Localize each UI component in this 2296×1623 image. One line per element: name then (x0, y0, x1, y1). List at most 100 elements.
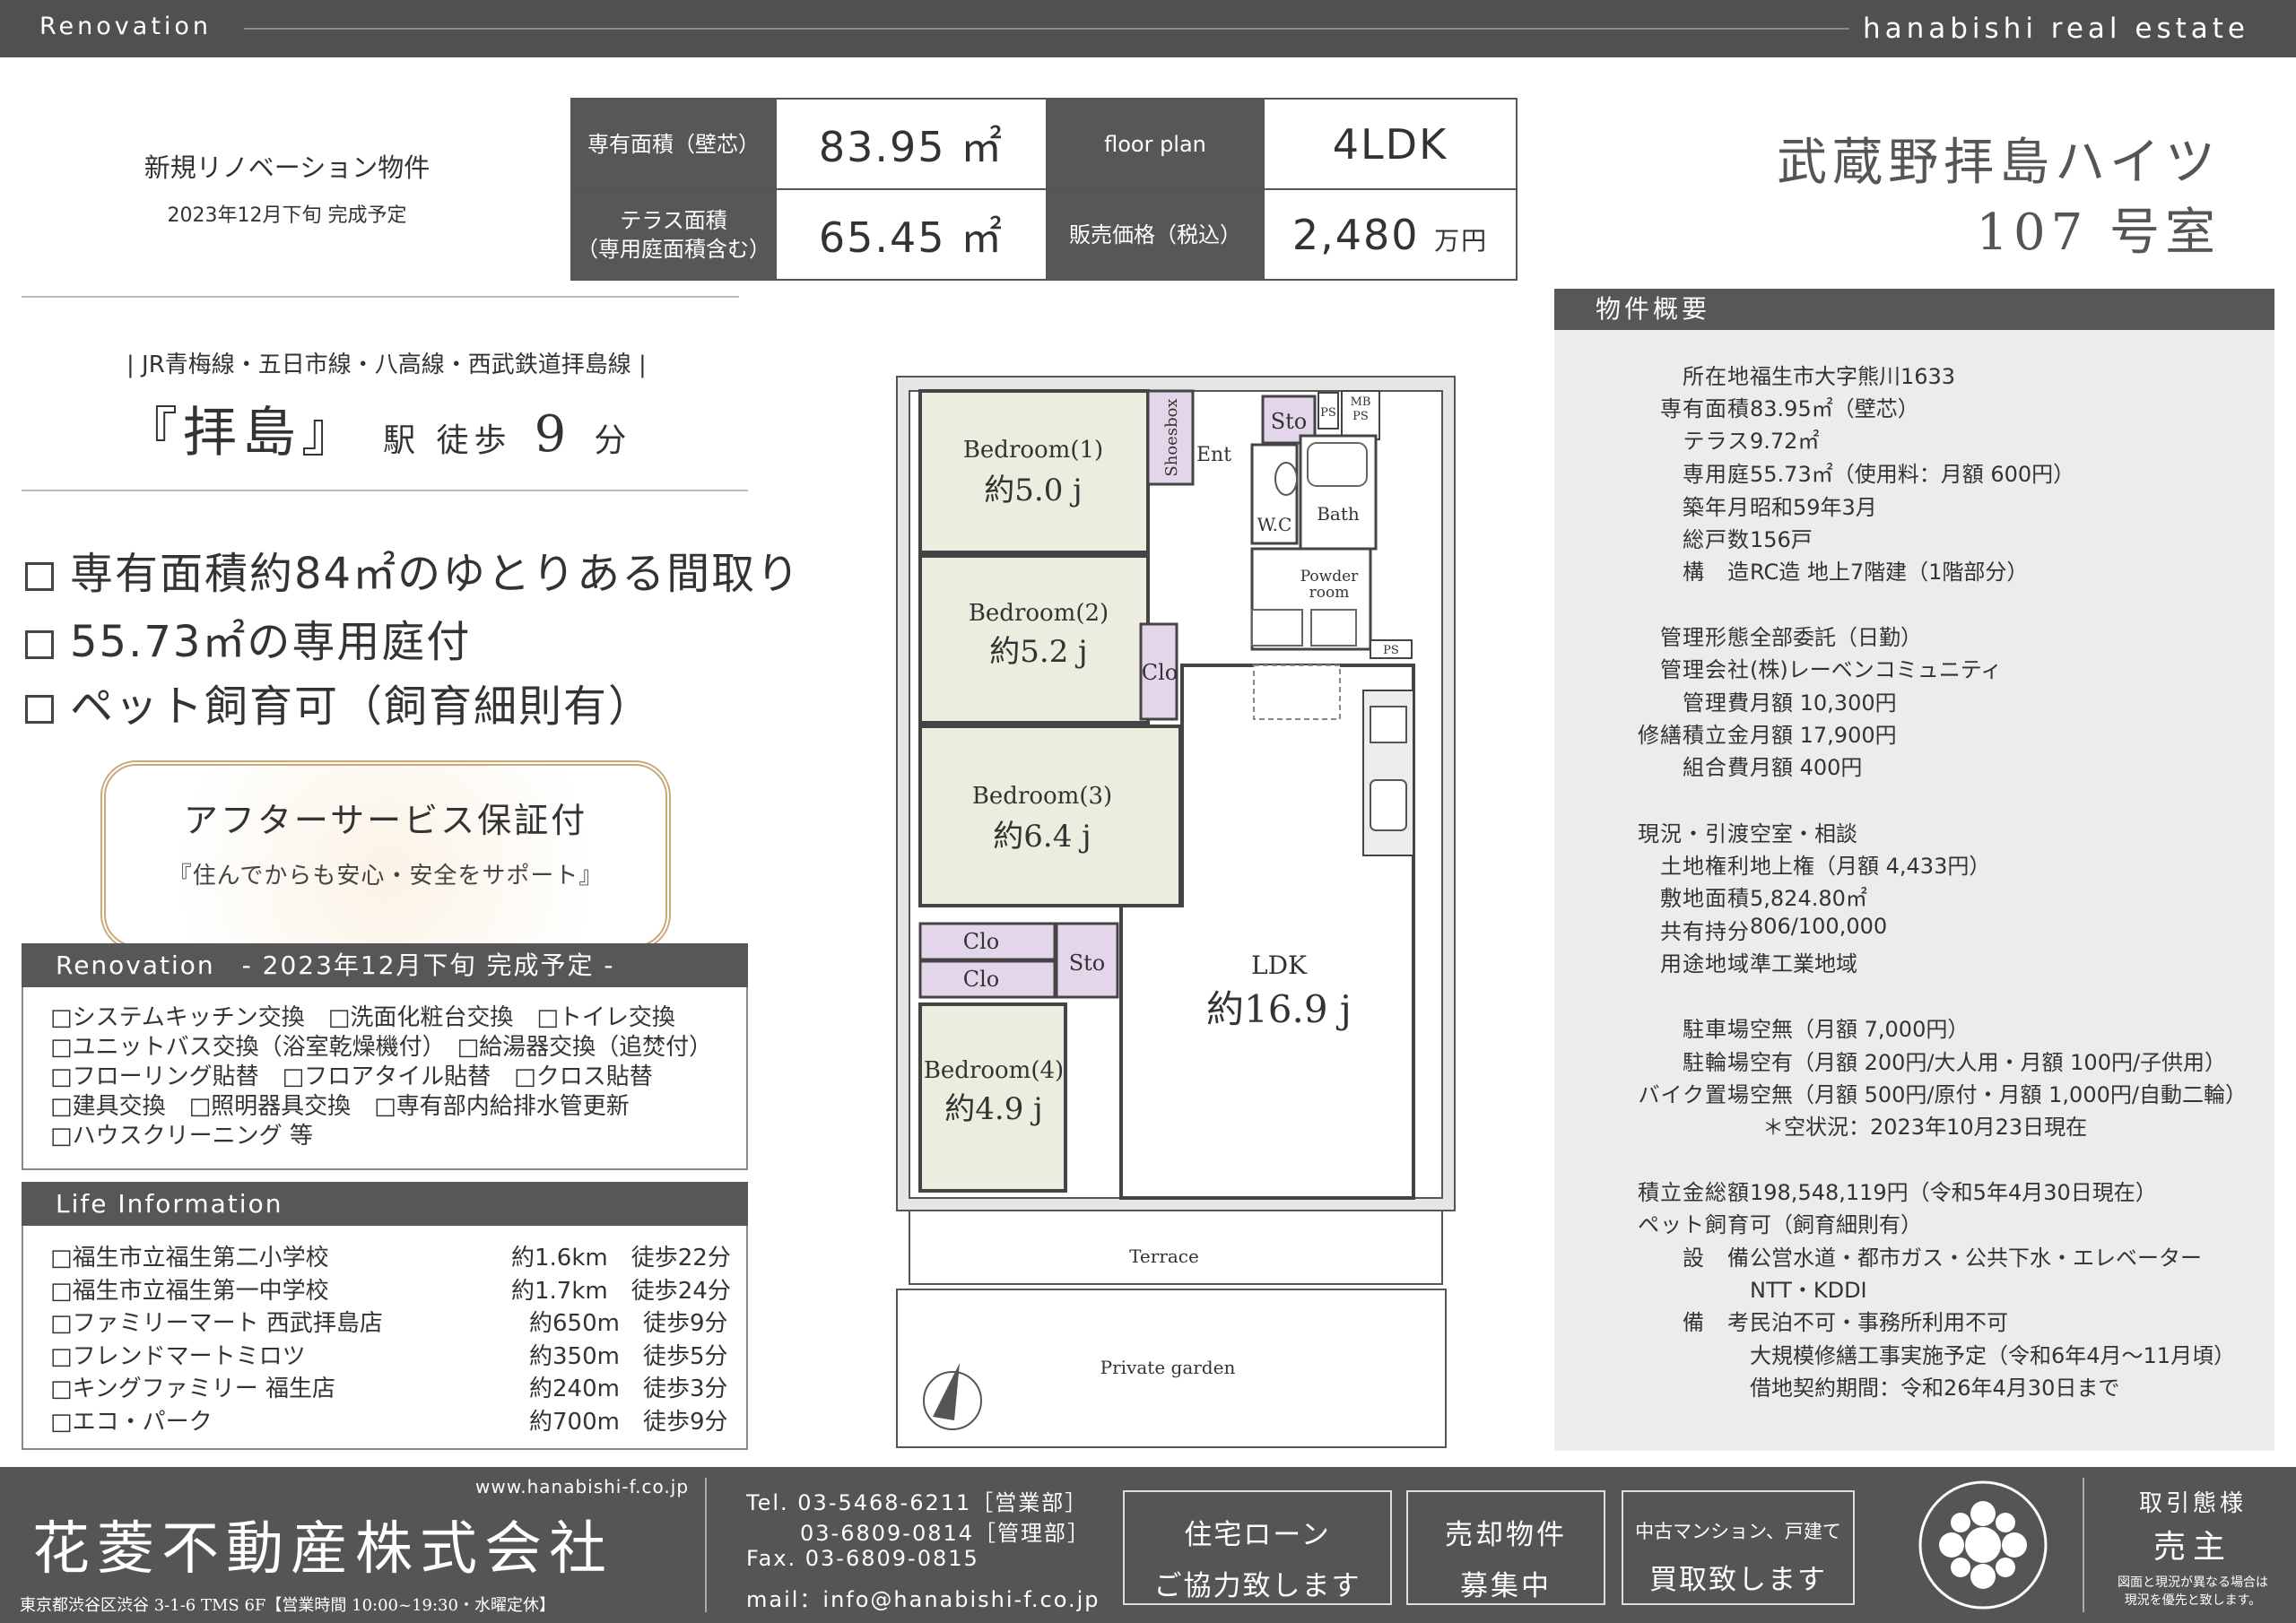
outline-value: (株)レーベンコミュニティ (1750, 657, 2003, 682)
top-bar-right: hanabishi real estate (1862, 13, 2249, 45)
outline-value: 大規模修繕工事実施予定（令和6年4月～11月頃） (1750, 1343, 2236, 1368)
top-bar: Renovation hanabishi real estate (0, 0, 2296, 57)
outline-value: 全部委託（日勤） (1750, 625, 1922, 650)
clo2-label: Clo (963, 929, 1000, 954)
garden-label: Private garden (1100, 1357, 1236, 1378)
station-lines: | JR青梅線・五日市線・八高線・西武鉄道拝島線 | (126, 352, 647, 378)
feature-1-text: 専有面積約84㎡のゆとりある間取り (70, 549, 802, 599)
station-minutes: 9 (534, 405, 572, 464)
company-url[interactable]: www.hanabishi-f.co.jp (475, 1476, 689, 1497)
outline-value: 空無（月額 7,000円） (1750, 1017, 1970, 1042)
outline-key: 組合費 (1683, 755, 1750, 780)
terrace-label-line2: （専用庭面積含む） (577, 236, 770, 262)
outline-key: 設 備 (1683, 1245, 1750, 1271)
station-name: 『拝島』 (124, 402, 361, 464)
outline-value: 可（飼育細則有） (1750, 1212, 1922, 1237)
outline-value: 55.73㎡（使用料：月額 600円） (1750, 462, 2075, 487)
clo1-label: Clo (1142, 660, 1178, 685)
life-item: □福生市立福生第一中学校 約1.7km 徒歩24分 (50, 1275, 746, 1308)
sink-icon (1370, 779, 1407, 831)
life-item-distance: 約1.6km 徒歩22分 (511, 1245, 731, 1271)
outline-value: 月額 400円 (1750, 755, 1863, 780)
loan-box-line1: 住宅ローン (1184, 1519, 1331, 1551)
feature-2: 55.73㎡の専用庭付 (25, 606, 471, 669)
divider-station (22, 490, 748, 491)
mb-label: MB (1351, 395, 1371, 409)
outline-key: 専有面積 (1660, 396, 1750, 421)
outline-value: 空室・相談 (1750, 821, 1857, 846)
outline-key: 共有持分 (1660, 919, 1750, 944)
buyback-box-line2: 買取致します (1649, 1564, 1827, 1596)
outline-value: 月額 10,300円 (1750, 690, 1897, 716)
outline-key: 築年月 (1683, 495, 1750, 520)
life-item-name: □フレンドマートミロツ (50, 1342, 306, 1370)
outline-key: 構 造 (1683, 560, 1750, 585)
outline-key: 管理費 (1683, 690, 1750, 716)
washer-icon (1251, 609, 1303, 647)
outline-value: 民泊不可・事務所利用不可 (1750, 1310, 2008, 1335)
loan-box-line2: ご協力致します (1153, 1570, 1361, 1602)
mbps-label: PS (1352, 410, 1369, 423)
hanabishi-logo (1918, 1480, 2048, 1610)
outline-key: 専用庭 (1683, 462, 1750, 487)
terrace-label-line1: テラス面積 (620, 207, 727, 233)
renovation-item: □ユニットバス交換（浴室乾燥機付） □給湯器交換（追焚付） (50, 1034, 713, 1061)
outline-key: 修繕積立金 (1638, 723, 1750, 748)
renovation-list: □システムキッチン交換 □洗面化粧台交換 □トイレ交換 □ユニットバス交換（浴室… (22, 987, 748, 1170)
outline-key: 駐車場 (1683, 1017, 1750, 1042)
renovation-header: Renovation - 2023年12月下旬 完成予定 - (22, 943, 748, 987)
powder-label-2: room (1309, 584, 1350, 602)
shoesbox-label: Shoesbox (1162, 398, 1181, 476)
completion-tag: 2023年12月下旬 完成予定 (167, 204, 407, 227)
outline-value: 昭和59年3月 (1750, 495, 1877, 520)
feature-3: ペット飼育可（飼育細則有） (25, 671, 653, 733)
sell-box: 売却物件 募集中 (1406, 1490, 1605, 1605)
feature-3-text: ペット飼育可（飼育細則有） (70, 681, 654, 732)
outline-value: 198,548,119円（令和5年4月30日現在） (1750, 1180, 2157, 1205)
after-service-badge: アフターサービス保証付 『住んでからも安心・安全をサポート』 (100, 760, 671, 950)
ps1-label: PS (1320, 406, 1336, 420)
outline-key: 現況・引渡 (1638, 821, 1750, 846)
station-access: 『拝島』 駅 徒歩 9 分 (124, 389, 631, 467)
outline-key: 敷地面積 (1660, 886, 1750, 911)
terrace-label: Terrace (1129, 1245, 1199, 1267)
outline-key: 積立金総額 (1638, 1180, 1750, 1205)
life-item-distance: 約240m 徒歩3分 (529, 1376, 728, 1402)
price-cell: 2,480 万円 (1263, 188, 1518, 281)
deal-label: 取引態様 (2138, 1490, 2247, 1517)
life-item: □エコ・パーク 約700m 徒歩9分 (50, 1406, 746, 1439)
bath-label: Bath (1317, 503, 1360, 525)
loan-box: 住宅ローン ご協力致します (1123, 1490, 1392, 1605)
plan-value: 4LDK (1263, 98, 1518, 190)
life-item-name: □福生市立福生第一中学校 (50, 1277, 329, 1305)
bed4-label: Bedroom(4) (924, 1057, 1064, 1084)
bed2-label: Bedroom(2) (969, 600, 1109, 627)
note-line1: 図面と現況が異なる場合は (2118, 1575, 2268, 1590)
life-item: □ファミリーマート 西武拝島店 約650m 徒歩9分 (50, 1307, 746, 1341)
tel-sales: Tel. 03-5468-6211［営業部］ (746, 1490, 1089, 1515)
renovation-item: □システムキッチン交換 □洗面化粧台交換 □トイレ交換 (50, 1004, 675, 1031)
ent-label: Ent (1196, 444, 1231, 466)
outline-value: 空無（月額 500円/原付・月額 1,000円/自動二輪） (1750, 1082, 2247, 1107)
price-unit: 万円 (1434, 225, 1489, 256)
bed3-label: Bedroom(3) (972, 783, 1112, 810)
outline-key: 備 考 (1683, 1310, 1750, 1335)
spec-table: 専有面積（壁芯） 83.95 ㎡ floor plan 4LDK テラス面積 （… (570, 98, 1518, 281)
area-value: 83.95 ㎡ (775, 98, 1048, 190)
life-item-name: □エコ・パーク (50, 1408, 213, 1436)
after-service-title: アフターサービス保証付 (183, 801, 588, 840)
renovation-item: □フローリング貼替 □フロアタイル貼替 □クロス貼替 (50, 1063, 653, 1090)
life-item: □キングファミリー 福生店 約240m 徒歩3分 (50, 1373, 746, 1406)
outline-value: ＊空状況：2023年10月23日現在 (1762, 1115, 2088, 1140)
fridge-space (1253, 664, 1341, 720)
renovation-item: □ハウスクリーニング 等 (50, 1123, 313, 1150)
clo3-label: Clo (963, 967, 1000, 992)
ldk-label: LDK (1251, 950, 1308, 980)
wc-label: W.C (1257, 514, 1292, 535)
area-label: 専有面積（壁芯） (570, 98, 777, 190)
outline-key: 管理形態 (1660, 625, 1750, 650)
email[interactable]: mail：info@hanabishi-f.co.jp (746, 1582, 1100, 1613)
after-service-sub: 『住んでからも安心・安全をサポート』 (168, 863, 604, 890)
bed1-label: Bedroom(1) (963, 437, 1103, 464)
outline-value: 準工業地域 (1750, 951, 1857, 976)
